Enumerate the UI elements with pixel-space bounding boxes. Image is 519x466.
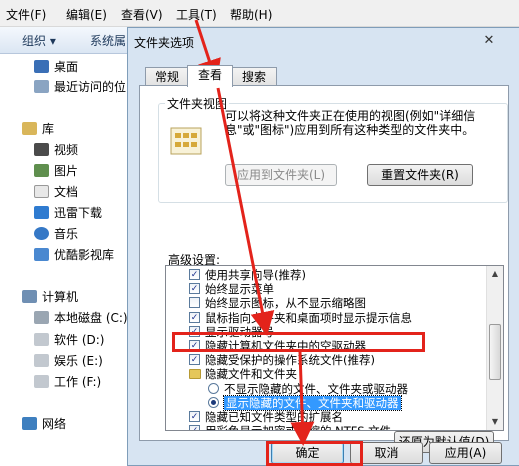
xunlei-icon [34, 206, 49, 219]
folder-views-icon [170, 127, 202, 155]
video-icon [34, 143, 49, 156]
radio-unselected[interactable] [208, 382, 219, 394]
folder-options-dialog: 文件夹选项 ✕ 常规 查看 搜索 文件夹视图 可以将这种文件夹正在使用的视图(例… [127, 27, 519, 466]
view-tab-panel: 文件夹视图 可以将这种文件夹正在使用的视图(例如"详细信息"或"图标")应用到所… [139, 85, 509, 453]
checkbox-unchecked[interactable] [189, 297, 200, 309]
documents-icon [34, 185, 49, 198]
advanced-row-label: 显示驱动器号 [205, 324, 274, 339]
advanced-row-label: 使用共享向导(推荐) [205, 268, 306, 282]
menu-help[interactable]: 帮助(H) [230, 6, 272, 23]
advanced-row-hide-empty-drives[interactable]: ✓ 隐藏计算机文件夹中的空驱动器 [166, 339, 486, 353]
menu-view[interactable]: 查看(V) [121, 6, 163, 23]
advanced-row-show-popup-info[interactable]: ✓ 鼠标指向文件夹和桌面项时显示提示信息 [166, 311, 486, 325]
dialog-title: 文件夹选项 [134, 36, 195, 50]
checkbox-checked[interactable]: ✓ [189, 340, 200, 351]
radio-selected[interactable] [208, 396, 219, 408]
computer-icon [22, 290, 37, 303]
organize-button[interactable]: 组织 ▾ [22, 32, 56, 49]
close-icon[interactable]: ✕ [480, 33, 498, 49]
advanced-row-always-show-menus[interactable]: ✓ 始终显示菜单 [166, 282, 486, 296]
scrollbar-thumb[interactable] [489, 324, 501, 380]
pictures-icon [34, 164, 49, 177]
advanced-row-label: 隐藏已知文件类型的扩展名 [205, 410, 343, 424]
advanced-row-color-ntfs[interactable]: ✓ 用彩色显示加密或压缩的 NTFS 文件 [166, 424, 486, 430]
folder-views-description: 可以将这种文件夹正在使用的视图(例如"详细信息"或"图标")应用到所有这种类型的… [225, 109, 476, 137]
checkbox-checked[interactable]: ✓ [189, 425, 200, 430]
advanced-row-label: 用彩色显示加密或压缩的 NTFS 文件 [205, 424, 391, 430]
advanced-row-show-drive-letters[interactable]: ✓ 显示驱动器号 [166, 325, 486, 339]
advanced-row-label: 始终显示菜单 [205, 282, 274, 297]
advanced-row-label: 显示隐藏的文件、文件夹和驱动器 [223, 394, 402, 411]
checkbox-checked[interactable]: ✓ [189, 269, 200, 280]
scroll-down-icon[interactable]: ▼ [487, 414, 503, 430]
tab-view[interactable]: 查看 [187, 65, 233, 87]
advanced-row-label: 始终显示图标，从不显示缩略图 [205, 296, 366, 311]
recent-places-icon [34, 80, 49, 93]
desktop-icon [34, 60, 49, 73]
advanced-row-hide-os-files[interactable]: ✓ 隐藏受保护的操作系统文件(推荐) [166, 353, 486, 367]
checkbox-checked[interactable]: ✓ [189, 325, 200, 337]
advanced-row-share-wizard[interactable]: ✓ 使用共享向导(推荐) [166, 268, 486, 282]
advanced-row-label: 隐藏计算机文件夹中的空驱动器 [205, 339, 366, 353]
drive-icon [34, 375, 49, 388]
advanced-row-dont-show-hidden[interactable]: 不显示隐藏的文件、文件夹或驱动器 [166, 382, 486, 396]
reset-folders-button[interactable]: 重置文件夹(R) [367, 164, 473, 186]
advanced-row-show-hidden[interactable]: 显示隐藏的文件、文件夹和驱动器 [166, 394, 486, 411]
youku-icon [34, 248, 49, 261]
tab-search[interactable]: 搜索 [231, 67, 277, 87]
drive-c-icon [34, 311, 49, 324]
navigation-pane: 桌面 最近访问的位 库 视频 图片 文档 迅雷下载 音乐 优酷影视库 计算机 本… [0, 54, 132, 466]
drive-icon [34, 333, 49, 346]
menu-tools[interactable]: 工具(T) [176, 6, 217, 23]
music-icon [34, 227, 49, 240]
library-icon [22, 122, 37, 135]
ok-button[interactable]: 确定 [271, 442, 344, 464]
advanced-row-label: 隐藏受保护的操作系统文件(推荐) [205, 353, 375, 368]
folder-views-group: 文件夹视图 可以将这种文件夹正在使用的视图(例如"详细信息"或"图标")应用到所… [158, 95, 508, 203]
system-properties-button[interactable]: 系统属 [90, 32, 126, 49]
tab-general[interactable]: 常规 [145, 67, 189, 87]
scroll-up-icon[interactable]: ▲ [487, 266, 503, 282]
advanced-row-hidden-files-folder[interactable]: 隐藏文件和文件夹 [166, 367, 486, 381]
menu-edit[interactable]: 编辑(E) [66, 6, 107, 23]
checkbox-checked[interactable]: ✓ [189, 311, 200, 323]
advanced-row-label: 隐藏文件和文件夹 [205, 367, 297, 382]
checkbox-checked[interactable]: ✓ [189, 283, 200, 295]
network-icon [22, 417, 37, 430]
advanced-row-always-show-icons[interactable]: 始终显示图标，从不显示缩略图 [166, 296, 486, 310]
drive-icon [34, 354, 49, 367]
folder-views-legend: 文件夹视图 [165, 95, 230, 112]
menu-file[interactable]: 文件(F) [6, 6, 46, 23]
advanced-list-scrollbar[interactable]: ▲ ▼ [486, 266, 503, 430]
apply-to-folders-button[interactable]: 应用到文件夹(L) [225, 164, 337, 186]
apply-button[interactable]: 应用(A) [429, 442, 502, 464]
checkbox-checked[interactable]: ✓ [189, 411, 200, 422]
advanced-row-label: 鼠标指向文件夹和桌面项时显示提示信息 [205, 310, 412, 325]
cancel-button[interactable]: 取消 [350, 442, 423, 464]
folder-icon [189, 369, 201, 380]
advanced-settings-list[interactable]: ✓ 使用共享向导(推荐) ✓ 始终显示菜单 始终显示图标，从不显示缩略图 ✓ 鼠标指向文件夹… [165, 265, 504, 431]
advanced-row-hide-extensions[interactable]: ✓ 隐藏已知文件类型的扩展名 [166, 410, 486, 424]
checkbox-checked[interactable]: ✓ [189, 354, 200, 366]
menu-bar: 文件(F) 编辑(E) 查看(V) 工具(T) 帮助(H) [0, 0, 519, 27]
advanced-row-label: 不显示隐藏的文件、文件夹或驱动器 [224, 381, 408, 396]
